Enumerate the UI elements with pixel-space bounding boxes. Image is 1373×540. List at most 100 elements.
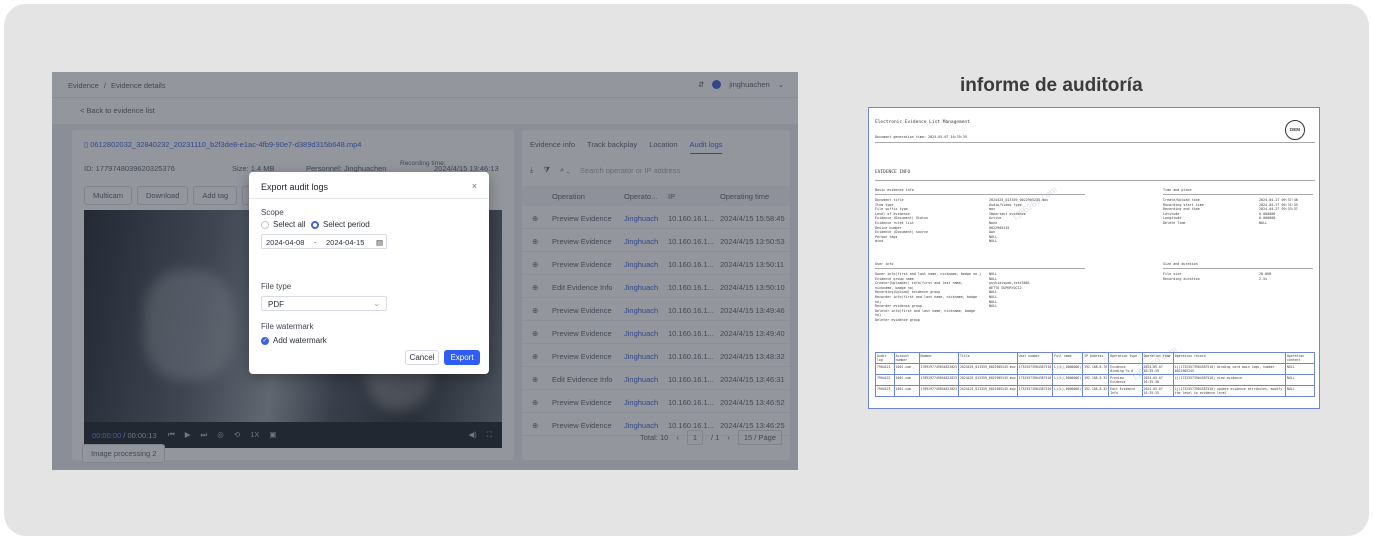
report-field-value: NULL <box>1259 220 1268 225</box>
report-field-label: Deleter evidence group <box>875 317 920 322</box>
report-field-value: 28.0KB <box>1259 272 1272 276</box>
table-header-cell: Operation content <box>1284 352 1316 364</box>
table-cell: Edit Evidence Info <box>1108 385 1143 397</box>
table-header-cell: Title <box>958 352 1018 364</box>
table-cell: Preview Evidence <box>1108 374 1143 386</box>
table-cell: 1789297749034822023 <box>918 385 960 397</box>
report-generated-time: Document generation time: 2024-05-07 16:… <box>875 135 967 139</box>
table-header-cell: IP Address <box>1082 352 1110 364</box>
table-header-cell: User number <box>1016 352 1054 364</box>
report-field-value: NULL <box>989 304 998 309</box>
report-divider <box>875 142 1315 143</box>
size-duration-header: Size and duration <box>1163 262 1198 266</box>
table-cell: 192.168.8.32 <box>1082 385 1110 397</box>
table-cell: NULL <box>1284 363 1316 375</box>
table-cell: 192.168.8.32 <box>1082 374 1110 386</box>
check-icon: ✓ <box>261 336 269 345</box>
user-info-header: User info <box>875 262 894 266</box>
report-field-label: Deleter info(first and last name, nickna… <box>875 308 976 318</box>
table-cell: Lj(17325573904387510) binding card main … <box>1172 363 1286 375</box>
audit-log-table-body: 7904421 1001.com 1789297749034822023 202442… <box>875 363 1316 397</box>
file-type-select[interactable]: PDF ⌄ <box>261 296 387 311</box>
table-cell: 1789297749034822023 <box>918 363 960 375</box>
calendar-icon[interactable]: ▤ <box>376 238 383 247</box>
report-divider <box>875 268 1085 269</box>
table-cell: 1789297749034822023 <box>918 374 960 386</box>
time-place-keys: Create/Upload time Recording start time Re… <box>1163 198 1204 226</box>
table-cell: 2024425_013359_0022905245.mov <box>958 385 1018 397</box>
radio-icon <box>261 220 269 229</box>
table-cell: 2024-05-07 16:35:38 <box>1141 374 1174 386</box>
table-header-cell: Operation record <box>1172 352 1286 364</box>
select-all-radio[interactable]: Select all <box>261 220 305 229</box>
report-field-label: Delete Time <box>1163 220 1186 225</box>
table-row: 7904423 1001.com 1789297749034822023 202442… <box>875 385 1316 397</box>
table-cell: 1001.com <box>893 374 920 386</box>
chevron-down-icon: ⌄ <box>373 299 380 308</box>
report-field-label: Creator(Uploader) info(first and last na… <box>875 281 963 290</box>
table-cell: Lj(17325573904387510) update evidence at… <box>1172 385 1286 397</box>
table-header-cell: Full name <box>1052 352 1084 364</box>
table-cell: 2024425_013359_0022905245.mov <box>958 363 1018 375</box>
report-divider <box>875 180 1315 181</box>
export-button[interactable]: Export <box>444 350 480 365</box>
table-cell: 1001.com <box>893 385 920 397</box>
add-watermark-checkbox[interactable]: ✓ Add watermark <box>261 336 327 345</box>
dialog-title: Export audit logs <box>261 182 329 192</box>
table-cell: 17325573904387510 <box>1016 374 1054 386</box>
report-field-label: Recorder info(first and last name, nickn… <box>875 294 978 304</box>
scope-label: Scope <box>261 208 284 217</box>
app-screenshot: Evidence/Evidence details ⇵ jinghuachen … <box>52 72 798 470</box>
table-cell: Lj(Lj,0000000) <box>1052 374 1084 386</box>
date-separator: - <box>314 238 317 247</box>
table-header-cell: Account number <box>893 352 920 364</box>
table-cell: NULL <box>1284 374 1316 386</box>
radio-selected-icon <box>311 220 319 229</box>
add-watermark-label: Add watermark <box>273 336 327 345</box>
export-audit-logs-dialog: Export audit logs × Scope Select all Sel… <box>249 172 489 374</box>
report-logo: DEM <box>1285 120 1305 140</box>
report-divider <box>1163 194 1313 195</box>
table-cell: 192.168.8.76 <box>1082 363 1110 375</box>
report-field-label: mind <box>875 239 884 244</box>
table-cell: Lj(Lj,0000000) <box>1052 385 1084 397</box>
report-field-label: Create/Upload time <box>1163 198 1200 202</box>
table-header-cell: Audit log <box>875 352 895 364</box>
report-field-value: 2024-04-27 09:37:46 <box>1259 198 1298 202</box>
report-field-label: Recording duration <box>1163 276 1200 281</box>
audit-report-preview: Electronic Evidence List Management Docu… <box>868 107 1320 409</box>
select-all-label: Select all <box>273 220 306 229</box>
table-row: 7904422 1001.com 1789297749034822023 202442… <box>875 374 1316 386</box>
date-range-picker[interactable]: 2024-04-08 - 2024-04-15 ▤ <box>261 234 387 249</box>
cancel-button[interactable]: Cancel <box>405 350 439 365</box>
table-cell: Lj(17325573904387510) view evidence <box>1172 374 1286 386</box>
date-to[interactable]: 2024-04-15 <box>326 238 364 247</box>
report-heading: informe de auditoría <box>960 75 1143 96</box>
table-cell: NULL <box>1284 385 1316 397</box>
table-cell: Evidence Binding To 8 <box>1108 363 1143 375</box>
table-cell: 2024425_013359_0022905245.mov <box>958 374 1018 386</box>
report-section-title: EVIDENCE INFO <box>875 170 911 175</box>
select-period-label: Select period <box>323 220 370 229</box>
date-from[interactable]: 2024-04-08 <box>266 238 304 247</box>
size-duration-keys: File size Recording duration <box>1163 272 1200 281</box>
table-cell: 17325573904387510 <box>1016 363 1054 375</box>
user-info-values: NULL NULL psyhiaispeb,test5001 BETTO SUPERY… <box>989 272 1030 309</box>
table-cell: 7904423 <box>875 385 895 397</box>
select-period-radio[interactable]: Select period <box>311 220 370 229</box>
table-header-cell: Operation time <box>1141 352 1174 364</box>
audit-log-table: Audit log Account number Number Title User n… <box>875 352 1316 397</box>
report-field-value: NULL <box>989 239 998 244</box>
close-icon[interactable]: × <box>472 181 477 191</box>
time-place-header: Time and place <box>1163 188 1192 192</box>
size-duration-values: 28.0KB 2.5s <box>1259 272 1271 281</box>
report-field-label: Owner info(first and last name, nickname… <box>875 272 982 276</box>
file-type-label: File type <box>261 282 292 291</box>
table-cell: 7904421 <box>875 363 895 375</box>
table-cell: 7904422 <box>875 374 895 386</box>
basic-info-header: Basic evidence info <box>875 188 914 192</box>
user-info-keys: Owner info(first and last name, nickname… <box>875 272 983 323</box>
file-watermark-label: File watermark <box>261 322 314 331</box>
table-cell: 2024-05-07 16:35:39 <box>1141 363 1174 375</box>
report-field-value: 2.5s <box>1259 276 1268 281</box>
